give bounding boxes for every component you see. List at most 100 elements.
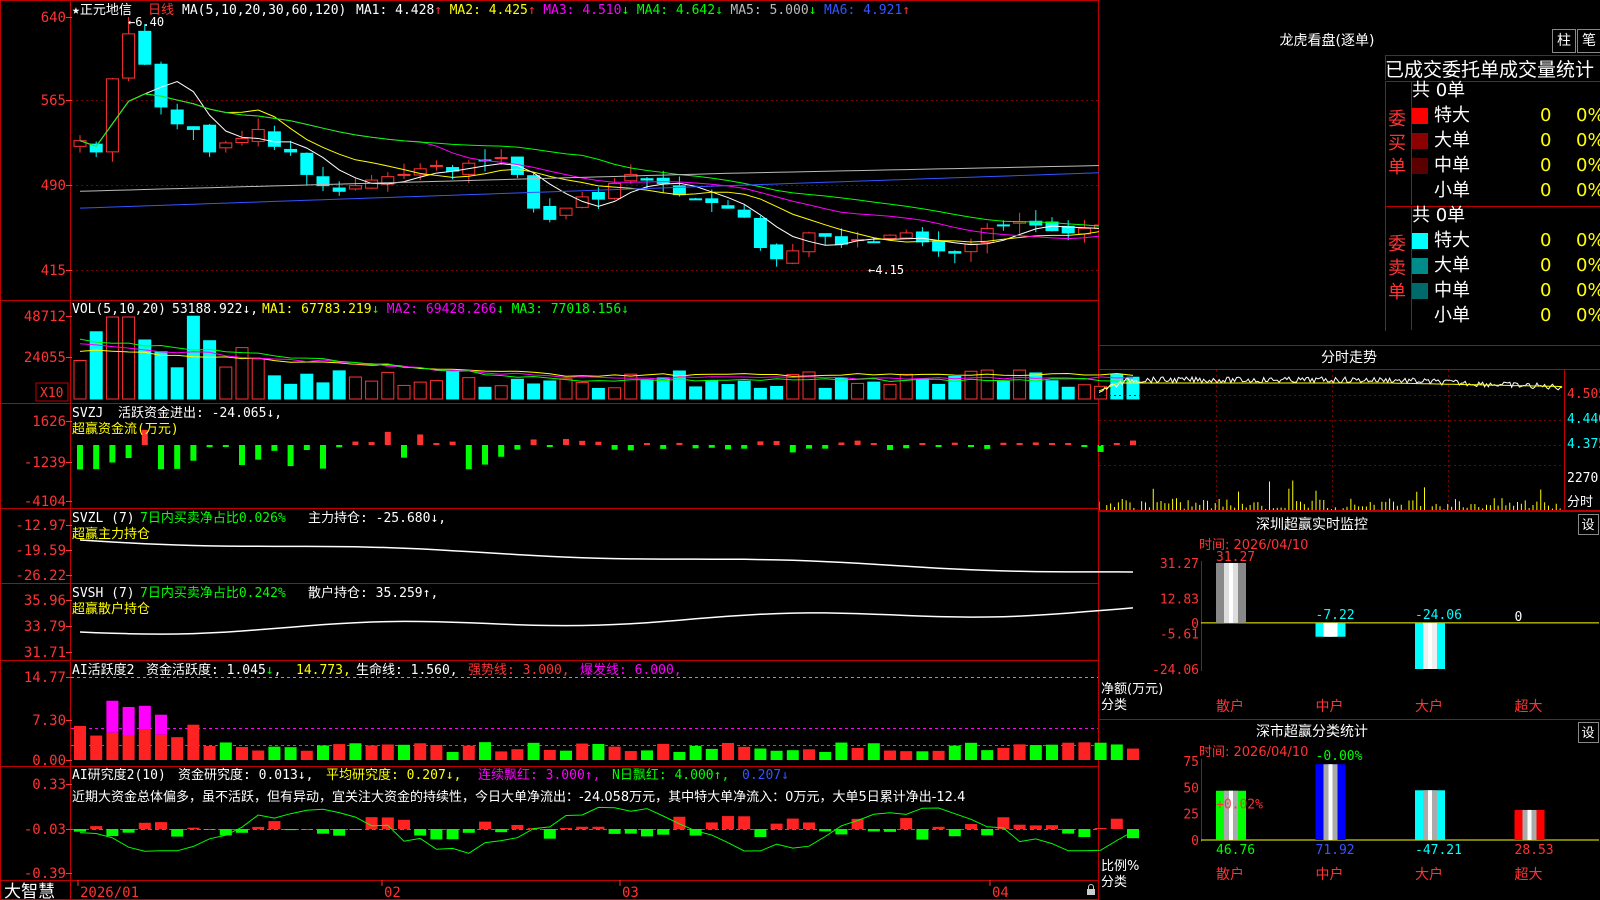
activity-bar [1078, 742, 1091, 760]
volume-bar [105, 316, 119, 400]
bar-category-label: 大户 [1415, 866, 1443, 883]
activity-bar [495, 751, 508, 760]
svsh-sub: 超赢散户持仓 [72, 601, 150, 617]
activity-bar [916, 751, 929, 760]
order-percent: 0% [1576, 130, 1600, 151]
bar-category-label: 散户 [1216, 866, 1244, 883]
candle [672, 176, 686, 197]
vol-header: VOL(5,10,20) [72, 302, 166, 317]
order-percent: 0% [1576, 155, 1600, 176]
lock-icon[interactable] [1087, 884, 1095, 895]
research-bar [446, 829, 459, 840]
y-tick-label: 490 [41, 178, 66, 194]
y-tick-label: -0.03 [24, 822, 66, 838]
realtime-monitor-chart[interactable]: 深圳超赢实时监控 设 时间: 2026/04/10 31.2712.830-5.… [1099, 511, 1600, 719]
svsh-line [79, 607, 1134, 635]
fund-flow-bar [627, 445, 634, 451]
fund-flow-bar [935, 445, 942, 447]
candle [73, 135, 87, 153]
fund-flow-bar [401, 445, 407, 458]
tick-view-button[interactable]: 笔 [1577, 29, 1600, 53]
y-tick-label: 24055 [24, 350, 66, 366]
candle [883, 234, 897, 240]
volume-bar [300, 373, 314, 400]
activity-bar [608, 746, 621, 760]
category-settings-label: 设 [1581, 726, 1594, 741]
fund-flow-bar [255, 445, 262, 460]
research-bar [1078, 829, 1091, 838]
ma-line [79, 80, 1134, 246]
intraday-chart[interactable]: 分时走势 4.505 4.440 4.375 2270 分时 [1099, 345, 1600, 511]
volume-bar [818, 387, 832, 400]
candle [154, 61, 168, 115]
bar-category-label: 超大 [1515, 867, 1543, 883]
activity-bar [819, 751, 832, 760]
research-bar [106, 829, 119, 837]
intraday-volume-bars [1099, 480, 1561, 510]
svzl-line [79, 539, 1134, 573]
fund-flow-bar [644, 443, 650, 445]
bar-category-label: 中户 [1316, 866, 1344, 883]
longhu-panel: 龙虎看盘(逐单) 柱 笔 已成交委托单成交量统计 委买单 共 0单 特大00%大… [1099, 0, 1600, 346]
volume-bar [899, 373, 913, 400]
candle [932, 231, 946, 257]
research-bar [122, 829, 135, 833]
volume-bar [753, 387, 767, 400]
research-bar [786, 818, 799, 829]
realtime-xlabel: 分类 [1101, 698, 1127, 713]
fund-flow-bar [239, 445, 245, 466]
volume-bar [867, 381, 881, 400]
category-bar [1216, 563, 1246, 623]
ma-line [79, 93, 1134, 230]
candle [770, 243, 784, 267]
longhu-tabs[interactable]: 已成交委托单成交量统计 [1385, 55, 1600, 82]
order-type: 小单 [1434, 305, 1470, 326]
candle [235, 130, 249, 146]
activity-bar [997, 747, 1010, 760]
research-bar [948, 829, 961, 837]
order-row: 中单 0 0% [1412, 154, 1600, 178]
research-bar [268, 821, 281, 829]
bar-value-label: -47.21 [1415, 843, 1462, 858]
research-bar [252, 826, 265, 829]
fund-flow-bar [1032, 442, 1039, 445]
fund-flow-bar [870, 443, 877, 445]
fund-flow-bar [741, 445, 748, 449]
bar-value-label: -7.22 [1316, 608, 1355, 623]
bar-change-label: -0.00% [1316, 749, 1363, 764]
fund-flow-bar [320, 445, 326, 469]
research-bar [1013, 824, 1026, 829]
candle [753, 215, 767, 251]
realtime-ylabel: 净额(万元) [1101, 682, 1163, 697]
research-bar [754, 829, 767, 837]
fund-flow-bar [854, 440, 861, 445]
ai-research-l2: 平均研究度: 0.207↓, [326, 767, 461, 783]
volume-bar [915, 378, 929, 400]
activity-bar [511, 749, 524, 760]
activity-bar [333, 744, 346, 760]
bar-view-button[interactable]: 柱 [1552, 29, 1576, 53]
category-stats-chart[interactable]: 深市超赢分类统计 设 时间: 2026/04/10 75 50 25 0 46.76 散户… [1099, 719, 1600, 900]
research-bar [1062, 829, 1075, 834]
activity-bar [236, 746, 248, 760]
intraday-avg-path [1099, 382, 1563, 392]
volume-bar [932, 383, 946, 400]
activity-bar [398, 744, 410, 760]
fund-flow-bar [336, 445, 343, 448]
ma-legend-value: MA2: 69428.266↓ [387, 302, 504, 317]
research-bar [900, 818, 913, 829]
y-tick-label: 48712 [24, 309, 66, 325]
candle [429, 160, 443, 171]
research-bar [965, 824, 977, 829]
order-row: 大单 0 0% [1412, 254, 1600, 278]
research-bar [657, 829, 670, 835]
order-percent: 0% [1576, 180, 1600, 201]
moving-average-lines [79, 80, 1134, 246]
fund-flow-bar [919, 443, 926, 445]
activity-surge-bar [122, 706, 135, 735]
order-percent: 0% [1576, 305, 1600, 326]
activity-bar [203, 745, 216, 760]
activity-bar [900, 751, 913, 760]
category-ylabel: 比例% [1101, 859, 1139, 874]
ma-line [79, 164, 1134, 192]
